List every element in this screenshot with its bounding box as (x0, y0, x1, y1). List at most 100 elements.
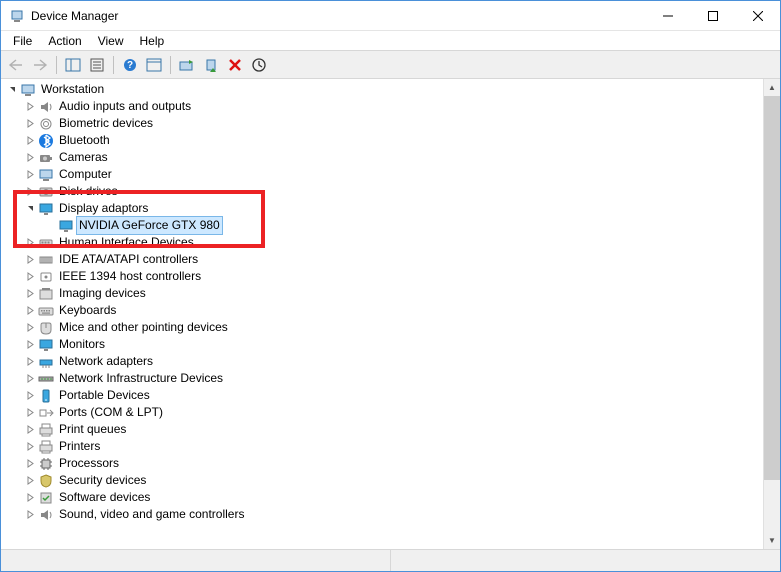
tree-subitem[interactable]: NVIDIA GeForce GTX 980 (1, 217, 763, 234)
help-button[interactable]: ? (119, 54, 141, 76)
tree-expander[interactable] (23, 355, 37, 369)
minimize-button[interactable] (645, 1, 690, 30)
tree-item[interactable]: Cameras (1, 149, 763, 166)
tree-item[interactable]: Sound, video and game controllers (1, 506, 763, 523)
tree-item[interactable]: Bluetooth (1, 132, 763, 149)
nav-forward-button[interactable] (29, 54, 51, 76)
show-hide-tree-button[interactable] (62, 54, 84, 76)
statusbar (1, 549, 780, 571)
window-title: Device Manager (31, 9, 645, 23)
tree-expander[interactable] (23, 338, 37, 352)
maximize-button[interactable] (690, 1, 735, 30)
menu-help[interactable]: Help (132, 32, 173, 50)
tree-item-label: Cameras (57, 149, 110, 166)
tree-expander[interactable] (23, 134, 37, 148)
scroll-thumb[interactable] (764, 96, 780, 480)
display-icon (38, 201, 54, 217)
tree-expander[interactable] (23, 202, 37, 216)
tree-item[interactable]: IEEE 1394 host controllers (1, 268, 763, 285)
tree-expander[interactable] (23, 423, 37, 437)
tree-item[interactable]: Display adaptors (1, 200, 763, 217)
nav-back-button[interactable] (5, 54, 27, 76)
device-manager-window: Device Manager File Action View Help (0, 0, 781, 572)
tree-expander[interactable] (23, 236, 37, 250)
enable-device-button[interactable] (200, 54, 222, 76)
tree-expander[interactable] (23, 287, 37, 301)
tree-item[interactable]: Imaging devices (1, 285, 763, 302)
tree-expander[interactable] (23, 508, 37, 522)
tree-expander[interactable] (23, 389, 37, 403)
tree-item[interactable]: Print queues (1, 421, 763, 438)
menu-view[interactable]: View (90, 32, 132, 50)
tree-expander[interactable] (23, 440, 37, 454)
device-tree[interactable]: WorkstationAudio inputs and outputsBiome… (1, 79, 763, 549)
tree-expander[interactable] (5, 83, 19, 97)
tree-expander[interactable] (23, 321, 37, 335)
tree-item[interactable]: Security devices (1, 472, 763, 489)
tree-item[interactable]: IDE ATA/ATAPI controllers (1, 251, 763, 268)
menu-file[interactable]: File (5, 32, 40, 50)
tree-item-label: NVIDIA GeForce GTX 980 (77, 217, 222, 234)
tree-expander[interactable] (23, 151, 37, 165)
tree-expander[interactable] (23, 185, 37, 199)
monitor-icon (38, 337, 54, 353)
tree-item-label: Biometric devices (57, 115, 155, 132)
toolbar: ? (1, 51, 780, 79)
tree-item-label: Mice and other pointing devices (57, 319, 230, 336)
tree-expander[interactable] (23, 253, 37, 267)
tree-expander[interactable] (23, 491, 37, 505)
ports-icon (38, 405, 54, 421)
menu-action[interactable]: Action (40, 32, 89, 50)
scroll-down-button[interactable]: ▼ (764, 532, 780, 549)
properties-button[interactable] (86, 54, 108, 76)
update-driver-button[interactable] (176, 54, 198, 76)
tree-item-label: Audio inputs and outputs (57, 98, 193, 115)
mouse-icon (38, 320, 54, 336)
tree-item[interactable]: Keyboards (1, 302, 763, 319)
tree-item[interactable]: Biometric devices (1, 115, 763, 132)
vertical-scrollbar[interactable]: ▲ ▼ (763, 79, 780, 549)
app-icon (9, 8, 25, 24)
tree-expander[interactable] (23, 406, 37, 420)
camera-icon (38, 150, 54, 166)
tree-item[interactable]: Network adapters (1, 353, 763, 370)
properties2-button[interactable] (143, 54, 165, 76)
tree-item-label: Workstation (39, 81, 106, 98)
tree-expander[interactable] (23, 304, 37, 318)
device-tree-pane: WorkstationAudio inputs and outputsBiome… (1, 79, 780, 549)
tree-item[interactable]: Audio inputs and outputs (1, 98, 763, 115)
security-icon (38, 473, 54, 489)
status-cell (391, 550, 780, 571)
status-cell (1, 550, 391, 571)
scroll-track[interactable] (764, 96, 780, 532)
toolbar-separator (170, 56, 171, 74)
tree-item[interactable]: Processors (1, 455, 763, 472)
tree-item-label: IDE ATA/ATAPI controllers (57, 251, 200, 268)
tree-item[interactable]: Portable Devices (1, 387, 763, 404)
tree-item[interactable]: Monitors (1, 336, 763, 353)
tree-expander[interactable] (23, 474, 37, 488)
tree-item-label: Network Infrastructure Devices (57, 370, 225, 387)
tree-expander[interactable] (23, 100, 37, 114)
close-button[interactable] (735, 1, 780, 30)
tree-item[interactable]: Network Infrastructure Devices (1, 370, 763, 387)
tree-item[interactable]: Software devices (1, 489, 763, 506)
bluetooth-icon (38, 133, 54, 149)
tree-expander[interactable] (23, 168, 37, 182)
tree-item[interactable]: Disk drives (1, 183, 763, 200)
tree-expander[interactable] (23, 457, 37, 471)
tree-root[interactable]: Workstation (1, 81, 763, 98)
tree-item[interactable]: Printers (1, 438, 763, 455)
tree-expander[interactable] (23, 372, 37, 386)
tree-item[interactable]: Ports (COM & LPT) (1, 404, 763, 421)
sound-icon (38, 507, 54, 523)
tree-item[interactable]: Mice and other pointing devices (1, 319, 763, 336)
tree-item[interactable]: Human Interface Devices (1, 234, 763, 251)
scroll-up-button[interactable]: ▲ (764, 79, 780, 96)
uninstall-device-button[interactable] (224, 54, 246, 76)
tree-expander[interactable] (23, 270, 37, 284)
tree-expander[interactable] (23, 117, 37, 131)
tree-item[interactable]: Computer (1, 166, 763, 183)
tree-item-label: Sound, video and game controllers (57, 506, 246, 523)
scan-hardware-button[interactable] (248, 54, 270, 76)
